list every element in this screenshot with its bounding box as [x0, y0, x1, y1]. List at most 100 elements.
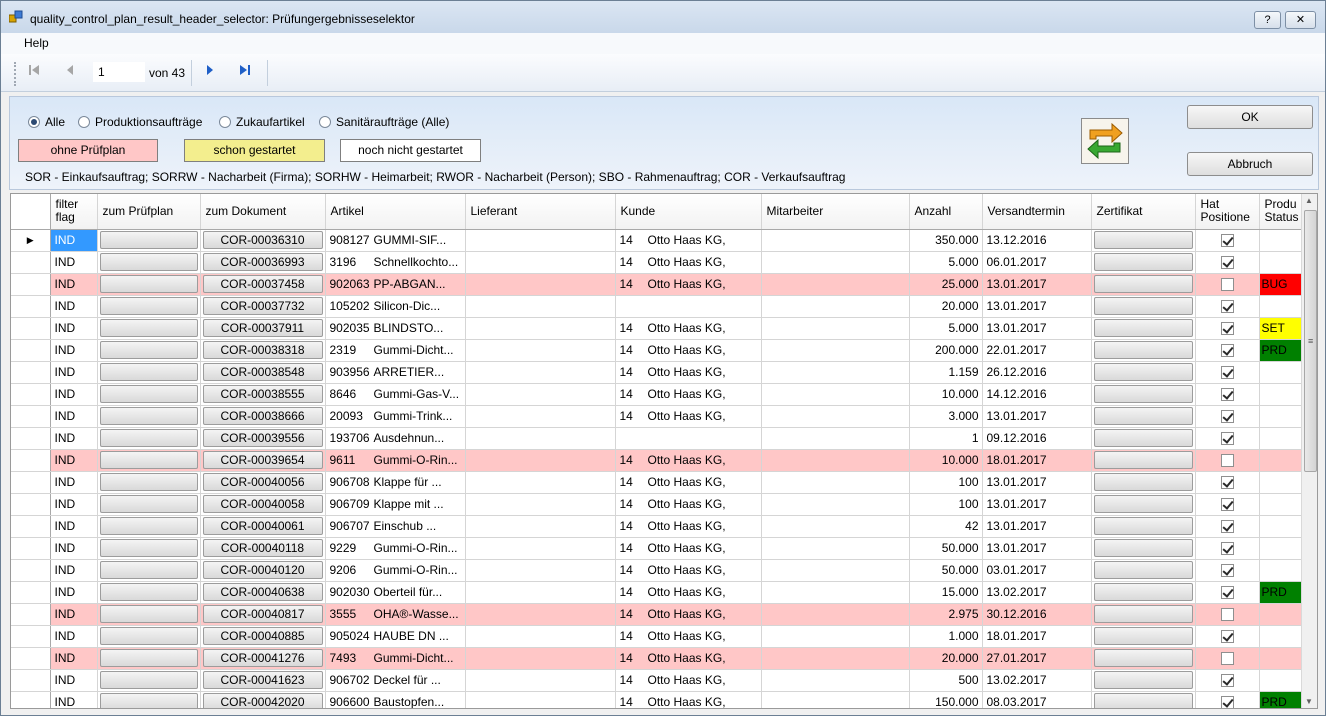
- row-header[interactable]: [11, 383, 51, 406]
- row-header[interactable]: [11, 295, 51, 318]
- open-zertifikat-button[interactable]: [1093, 473, 1193, 491]
- cell-anzahl[interactable]: 25.000: [909, 273, 983, 296]
- cancel-button[interactable]: Abbruch: [1187, 152, 1313, 176]
- cell-anzahl[interactable]: 42: [909, 515, 983, 538]
- cell-kunde[interactable]: 14 Otto Haas KG,: [615, 515, 762, 538]
- cell-mitarbeiter[interactable]: [761, 471, 910, 494]
- cell-produ-status[interactable]: [1259, 383, 1306, 406]
- radio-sanitaerauftraege[interactable]: Sanitäraufträge (Alle): [319, 115, 449, 129]
- cell-filter-flag[interactable]: IND: [50, 691, 98, 708]
- cell-anzahl[interactable]: 200.000: [909, 339, 983, 362]
- cell-anzahl[interactable]: 10.000: [909, 449, 983, 472]
- cell-anzahl[interactable]: 500: [909, 669, 983, 692]
- cell-filter-flag[interactable]: IND: [50, 603, 98, 626]
- cell-filter-flag[interactable]: IND: [50, 625, 98, 648]
- cell-artikel[interactable]: 3555 OHA®-Wasse...: [325, 603, 466, 626]
- cell-anzahl[interactable]: 5.000: [909, 251, 983, 274]
- open-document-button[interactable]: COR-00042020: [202, 693, 323, 708]
- cell-produ-status[interactable]: [1259, 625, 1306, 648]
- cell-versandtermin[interactable]: 13.01.2017: [982, 471, 1092, 494]
- cell-kunde[interactable]: 14 Otto Haas KG,: [615, 229, 762, 252]
- cell-produ-status[interactable]: [1259, 295, 1306, 318]
- cell-filter-flag[interactable]: IND: [50, 317, 98, 340]
- cell-artikel[interactable]: 906708 Klappe für ...: [325, 471, 466, 494]
- toolstrip-grip[interactable]: [14, 62, 16, 86]
- cell-versandtermin[interactable]: 13.01.2017: [982, 405, 1092, 428]
- open-zertifikat-button[interactable]: [1093, 583, 1193, 601]
- cell-filter-flag[interactable]: IND: [50, 537, 98, 560]
- row-header[interactable]: [11, 537, 51, 560]
- checkbox-checked-icon[interactable]: [1220, 696, 1234, 708]
- open-document-button[interactable]: COR-00039556: [202, 429, 323, 447]
- cell-lieferant[interactable]: [465, 493, 616, 516]
- cell-versandtermin[interactable]: 09.12.2016: [982, 427, 1092, 450]
- row-header[interactable]: [11, 405, 51, 428]
- open-zertifikat-button[interactable]: [1093, 693, 1193, 708]
- open-document-button[interactable]: COR-00041276: [202, 649, 323, 667]
- row-header[interactable]: ▶: [11, 229, 51, 252]
- col-anzahl[interactable]: Anzahl: [909, 194, 983, 230]
- open-zertifikat-button[interactable]: [1093, 231, 1193, 249]
- table-row[interactable]: IND COR-00040056 906708 Klappe für ... 14 Ott…: [11, 471, 1310, 494]
- cell-anzahl[interactable]: 350.000: [909, 229, 983, 252]
- table-row[interactable]: IND COR-00040058 906709 Klappe mit ... 14 Ott…: [11, 493, 1310, 516]
- open-document-button[interactable]: COR-00038666: [202, 407, 323, 425]
- open-pruefplan-button[interactable]: [99, 495, 198, 513]
- cell-lieferant[interactable]: [465, 339, 616, 362]
- checkbox-checked-icon[interactable]: [1220, 432, 1234, 446]
- open-pruefplan-button[interactable]: [99, 473, 198, 491]
- open-zertifikat-button[interactable]: [1093, 275, 1193, 293]
- checkbox-checked-icon[interactable]: [1220, 586, 1234, 600]
- checkbox-checked-icon[interactable]: [1220, 476, 1234, 490]
- radio-unchecked-icon[interactable]: [319, 116, 331, 128]
- cell-produ-status[interactable]: [1259, 669, 1306, 692]
- cell-filter-flag[interactable]: IND: [50, 427, 98, 450]
- table-row[interactable]: IND COR-00040061 906707 Einschub ... 14 Otto …: [11, 515, 1310, 538]
- cell-produ-status[interactable]: [1259, 493, 1306, 516]
- cell-lieferant[interactable]: [465, 273, 616, 296]
- cell-lieferant[interactable]: [465, 361, 616, 384]
- cell-versandtermin[interactable]: 13.12.2016: [982, 229, 1092, 252]
- open-zertifikat-button[interactable]: [1093, 319, 1193, 337]
- open-pruefplan-button[interactable]: [99, 275, 198, 293]
- col-zertifikat[interactable]: Zertifikat: [1091, 194, 1196, 230]
- page-number-input[interactable]: [93, 62, 145, 82]
- open-pruefplan-button[interactable]: [99, 385, 198, 403]
- cell-versandtermin[interactable]: 18.01.2017: [982, 625, 1092, 648]
- cell-artikel[interactable]: 908127 GUMMI-SIF...: [325, 229, 466, 252]
- cell-mitarbeiter[interactable]: [761, 449, 910, 472]
- cell-mitarbeiter[interactable]: [761, 669, 910, 692]
- row-header[interactable]: [11, 449, 51, 472]
- table-row[interactable]: IND COR-00038666 20093 Gummi-Trink... 14 Otto…: [11, 405, 1310, 428]
- cell-produ-status[interactable]: [1259, 449, 1306, 472]
- table-row[interactable]: IND COR-00039556 193706 Ausdehnun... 1 09.12.…: [11, 427, 1310, 450]
- table-row[interactable]: IND COR-00040817 3555 OHA®-Wasse... 14 Otto H…: [11, 603, 1310, 626]
- cell-anzahl[interactable]: 3.000: [909, 405, 983, 428]
- cell-versandtermin[interactable]: 22.01.2017: [982, 339, 1092, 362]
- cell-anzahl[interactable]: 1: [909, 427, 983, 450]
- checkbox-checked-icon[interactable]: [1220, 300, 1234, 314]
- cell-mitarbeiter[interactable]: [761, 339, 910, 362]
- cell-lieferant[interactable]: [465, 427, 616, 450]
- checkbox-unchecked-icon[interactable]: [1220, 608, 1234, 622]
- cell-lieferant[interactable]: [465, 647, 616, 670]
- cell-produ-status[interactable]: [1259, 405, 1306, 428]
- open-pruefplan-button[interactable]: [99, 341, 198, 359]
- checkbox-unchecked-icon[interactable]: [1220, 278, 1234, 292]
- radio-zukaufartikel[interactable]: Zukaufartikel: [219, 115, 305, 129]
- open-document-button[interactable]: COR-00040061: [202, 517, 323, 535]
- row-header[interactable]: [11, 515, 51, 538]
- table-row[interactable]: IND COR-00037732 105202 Silicon-Dic... 20.00…: [11, 295, 1310, 318]
- row-header[interactable]: [11, 559, 51, 582]
- cell-versandtermin[interactable]: 13.01.2017: [982, 493, 1092, 516]
- row-header[interactable]: [11, 691, 51, 708]
- col-artikel[interactable]: Artikel: [325, 194, 466, 230]
- table-row[interactable]: IND COR-00041276 7493 Gummi-Dicht... 14 Otto …: [11, 647, 1310, 670]
- open-document-button[interactable]: COR-00040056: [202, 473, 323, 491]
- cell-produ-status[interactable]: SET: [1259, 317, 1306, 340]
- cell-lieferant[interactable]: [465, 471, 616, 494]
- cell-mitarbeiter[interactable]: [761, 603, 910, 626]
- cell-versandtermin[interactable]: 14.12.2016: [982, 383, 1092, 406]
- cell-anzahl[interactable]: 1.159: [909, 361, 983, 384]
- cell-mitarbeiter[interactable]: [761, 273, 910, 296]
